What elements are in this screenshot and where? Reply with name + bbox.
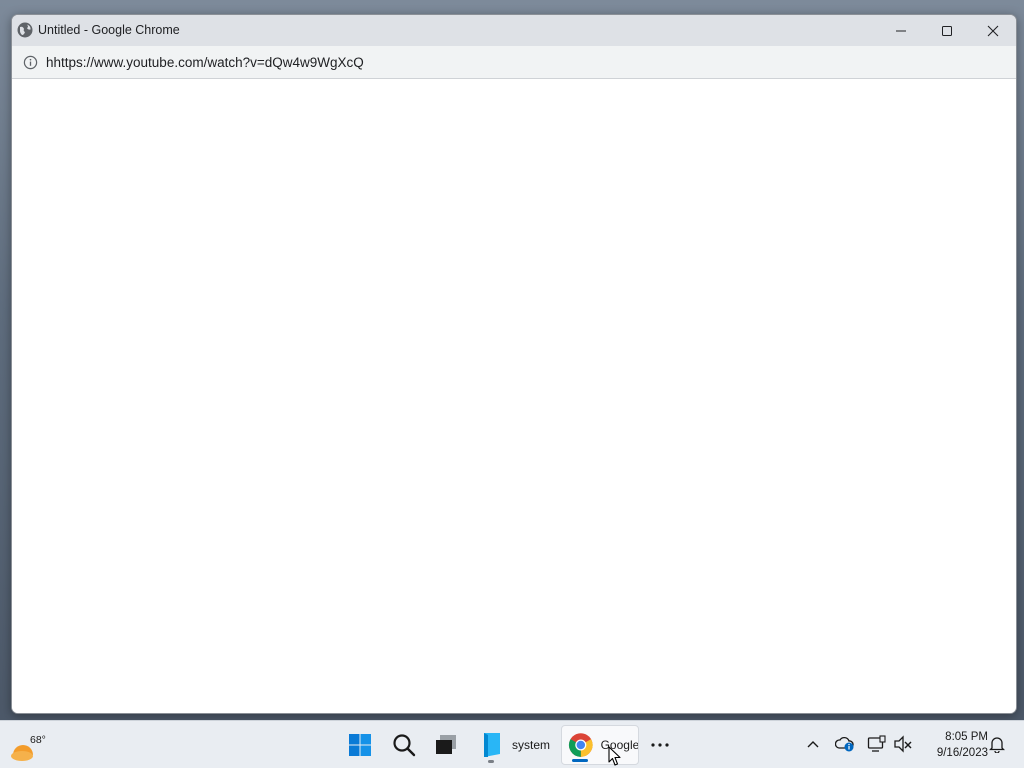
search-button[interactable] xyxy=(384,725,424,765)
more-apps-button[interactable] xyxy=(644,725,676,765)
close-button[interactable] xyxy=(970,15,1016,46)
task-view-button[interactable] xyxy=(426,725,466,765)
running-indicator xyxy=(488,760,494,763)
weather-widget[interactable]: 68° xyxy=(8,727,48,765)
title-bar[interactable]: Untitled - Google Chrome xyxy=(12,15,1016,46)
clock-date: 9/16/2023 xyxy=(936,747,988,759)
bell-icon xyxy=(989,737,1005,753)
taskbar-app-label: system xyxy=(512,738,551,752)
task-view-icon xyxy=(436,735,456,754)
volume-tray[interactable] xyxy=(892,733,914,755)
chrome-icon xyxy=(568,733,593,757)
weather-temperature: 68° xyxy=(30,734,46,746)
more-dots-icon xyxy=(651,743,669,747)
taskbar-app-chrome[interactable]: Google xyxy=(561,725,639,765)
cloud-info-icon xyxy=(835,736,854,752)
minimize-icon xyxy=(896,30,906,31)
search-icon xyxy=(393,734,416,757)
start-button[interactable] xyxy=(340,725,380,765)
close-icon xyxy=(987,25,999,36)
clock-time: 8:05 PM xyxy=(945,731,988,743)
address-bar[interactable]: hhttps://www.youtube.com/watch?v=dQw4w9W… xyxy=(12,46,1016,79)
site-info-icon[interactable] xyxy=(23,55,38,70)
mouse-cursor-icon xyxy=(608,746,621,766)
network-tray[interactable] xyxy=(866,733,888,755)
notifications-button[interactable] xyxy=(986,733,1008,755)
chevron-up-icon xyxy=(807,741,819,748)
show-hidden-icons-button[interactable] xyxy=(802,733,824,755)
maximize-icon xyxy=(942,25,952,36)
maximize-button[interactable] xyxy=(924,15,970,46)
chrome-window: Untitled - Google Chrome hhttps://www.yo… xyxy=(11,14,1017,714)
url-text[interactable]: hhttps://www.youtube.com/watch?v=dQw4w9W… xyxy=(46,55,364,70)
globe-icon xyxy=(17,22,33,38)
page-content[interactable] xyxy=(12,79,1016,713)
speaker-muted-icon xyxy=(894,735,912,753)
display-network-icon xyxy=(867,735,886,752)
window-title: Untitled - Google Chrome xyxy=(38,23,180,37)
active-indicator xyxy=(572,759,588,762)
taskbar-app-system[interactable]: system xyxy=(474,725,554,765)
minimize-button[interactable] xyxy=(878,15,924,46)
windows-logo-icon xyxy=(349,734,371,756)
onedrive-tray[interactable] xyxy=(834,733,856,755)
taskbar-clock[interactable]: 8:05 PM 9/16/2023 xyxy=(918,729,988,761)
file-explorer-icon xyxy=(484,733,500,757)
taskbar: 68° system Google 8:05 PM 9/16/2023 xyxy=(0,720,1024,768)
